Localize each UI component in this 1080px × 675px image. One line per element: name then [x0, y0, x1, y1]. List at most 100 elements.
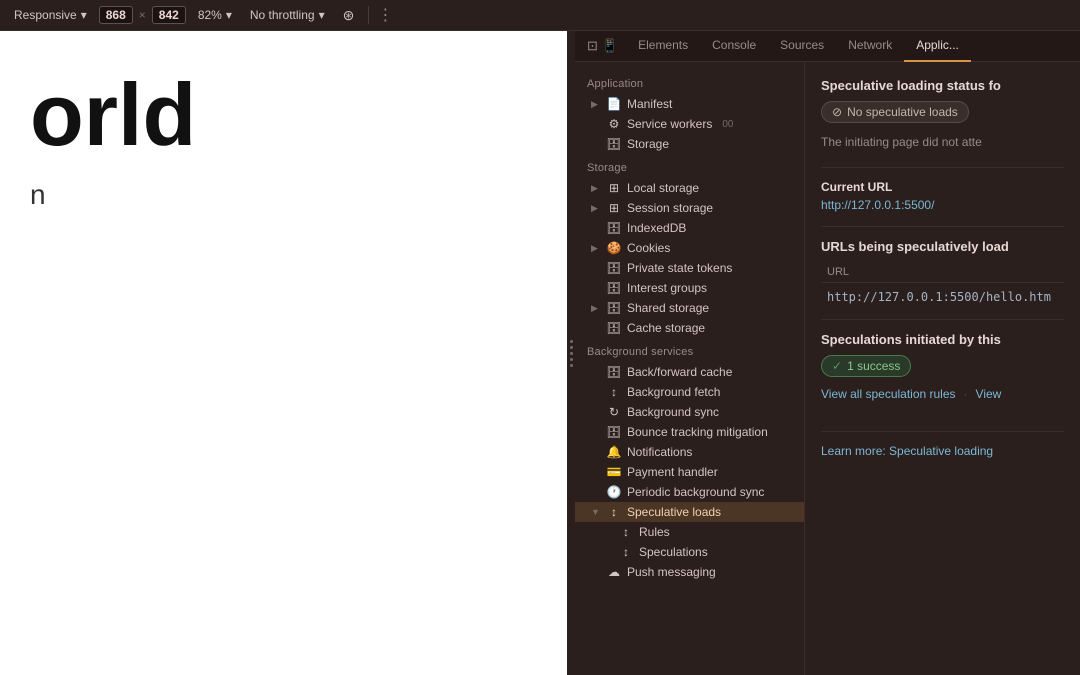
periodic-sync-icon: 🕐: [607, 485, 621, 499]
view-rules-link[interactable]: View all speculation rules: [821, 387, 956, 401]
resizer-dot: [570, 346, 573, 349]
sidebar-item-indexeddb[interactable]: 🗄 IndexedDB: [575, 218, 804, 238]
storage-icon: 🗄: [607, 137, 621, 151]
main-layout: orld n ⊡ 📱 Elements Cons: [0, 31, 1080, 675]
background-fetch-icon: ↕: [607, 385, 621, 399]
expand-arrow-icon: ▶: [591, 183, 601, 194]
preview-content: orld n: [0, 31, 575, 251]
divider: [821, 226, 1064, 227]
sidebar-item-storage-main[interactable]: 🗄 Storage: [575, 134, 804, 154]
sidebar-item-manifest[interactable]: ▶ 📄 Manifest: [575, 94, 804, 114]
url-table-row: http://127.0.0.1:5500/hello.htm: [821, 287, 1064, 307]
zoom-label: 82%: [198, 8, 222, 22]
notifications-icon: 🔔: [607, 445, 621, 459]
divider: [821, 167, 1064, 168]
sidebar-item-background-fetch[interactable]: ↕ Background fetch: [575, 382, 804, 402]
devtools-tabs: ⊡ 📱 Elements Console Sources Network App…: [575, 31, 1080, 62]
tab-application[interactable]: Applic...: [904, 31, 971, 62]
cookies-icon: 🍪: [607, 241, 621, 255]
success-icon: ✓: [832, 359, 842, 373]
sidebar-item-payment-handler[interactable]: 💳 Payment handler: [575, 462, 804, 482]
throttle-label: No throttling: [250, 8, 315, 22]
speculative-status-title: Speculative loading status fo: [821, 78, 1064, 93]
backforward-icon: 🗄: [607, 365, 621, 379]
resizer-dot: [570, 358, 573, 361]
learn-more-link[interactable]: Learn more: Speculative loading: [821, 444, 1064, 458]
links-row: View all speculation rules · View: [821, 387, 1064, 415]
sidebar-item-interest-groups[interactable]: 🗄 Interest groups: [575, 278, 804, 298]
view-link2[interactable]: View: [976, 387, 1002, 401]
resizer-handle: [570, 340, 573, 367]
indexeddb-icon: 🗄: [607, 221, 621, 235]
sidebar-item-rules[interactable]: ↕ Rules: [575, 522, 804, 542]
dimension-separator: ×: [139, 8, 146, 22]
sidebar-item-push-messaging[interactable]: ☁ Push messaging: [575, 562, 804, 582]
interest-groups-icon: 🗄: [607, 281, 621, 295]
expand-arrow-icon: ▶: [591, 243, 601, 254]
tab-elements[interactable]: Elements: [626, 31, 700, 62]
toolbar: Responsive ▾ 868 × 842 82% ▾ No throttli…: [0, 0, 1080, 31]
section-label-background: Background services: [575, 338, 804, 362]
no-loads-badge: ⊘ No speculative loads: [821, 101, 969, 123]
device-icon[interactable]: 📱: [602, 38, 618, 54]
chevron-down-icon: ▾: [81, 8, 87, 22]
bounce-tracking-icon: 🗄: [607, 425, 621, 439]
service-workers-icon: ⚙: [607, 117, 621, 131]
divider: [821, 431, 1064, 432]
speculations-icon: ↕: [619, 545, 633, 559]
sidebar-item-cache-storage[interactable]: 🗄 Cache storage: [575, 318, 804, 338]
shared-storage-icon: 🗄: [607, 301, 621, 315]
local-storage-icon: ⊞: [607, 181, 621, 195]
session-storage-icon: ⊞: [607, 201, 621, 215]
resizer-dot: [570, 352, 573, 355]
throttle-chevron-icon: ▾: [319, 8, 325, 22]
sidebar-item-private-state-tokens[interactable]: 🗄 Private state tokens: [575, 258, 804, 278]
height-value[interactable]: 842: [152, 6, 186, 24]
inspect-icon[interactable]: ⊡: [587, 38, 598, 54]
sidebar-item-session-storage[interactable]: ▶ ⊞ Session storage: [575, 198, 804, 218]
preview-small-text: n: [30, 179, 545, 211]
sidebar-item-background-sync[interactable]: ↻ Background sync: [575, 402, 804, 422]
rules-icon: ↕: [619, 525, 633, 539]
sidebar-item-speculative-loads[interactable]: ▼ ↕ Speculative loads: [575, 502, 804, 522]
responsive-selector[interactable]: Responsive ▾: [8, 6, 93, 24]
sidebar-item-shared-storage[interactable]: ▶ 🗄 Shared storage: [575, 298, 804, 318]
links-separator: ·: [964, 387, 968, 415]
tab-network[interactable]: Network: [836, 31, 904, 62]
devtools-icon-tabs: ⊡ 📱: [579, 38, 626, 54]
speculative-loads-icon: ↕: [607, 505, 621, 519]
current-url-link[interactable]: http://127.0.0.1:5500/: [821, 198, 1064, 212]
collapse-arrow-icon: ▼: [591, 507, 601, 517]
manifest-icon: 📄: [607, 97, 621, 111]
sidebar-item-local-storage[interactable]: ▶ ⊞ Local storage: [575, 178, 804, 198]
section-label-application: Application: [575, 70, 804, 94]
content-pane: Speculative loading status fo ⊘ No specu…: [805, 62, 1080, 675]
sidebar-item-service-workers[interactable]: ⚙ Service workers 00: [575, 114, 804, 134]
preview-pane: orld n: [0, 31, 575, 675]
toolbar-separator: [368, 6, 369, 24]
urls-title: URLs being speculatively load: [821, 239, 1064, 254]
payment-icon: 💳: [607, 465, 621, 479]
tab-sources[interactable]: Sources: [768, 31, 836, 62]
expand-arrow-icon: ▶: [591, 99, 601, 110]
push-messaging-icon: ☁: [607, 565, 621, 579]
expand-arrow-icon: ▶: [591, 303, 601, 314]
width-value[interactable]: 868: [99, 6, 133, 24]
throttle-selector[interactable]: No throttling ▾: [244, 6, 331, 24]
sidebar-item-backforward-cache[interactable]: 🗄 Back/forward cache: [575, 362, 804, 382]
more-options-button[interactable]: ⋮: [377, 5, 393, 25]
resizer-dot: [570, 340, 573, 343]
zoom-selector[interactable]: 82% ▾: [192, 6, 238, 24]
preview-resizer[interactable]: [567, 31, 575, 675]
sidebar-item-notifications[interactable]: 🔔 Notifications: [575, 442, 804, 462]
sidebar-item-speculations[interactable]: ↕ Speculations: [575, 542, 804, 562]
sidebar-item-cookies[interactable]: ▶ 🍪 Cookies: [575, 238, 804, 258]
current-url-label: Current URL: [821, 180, 1064, 194]
sidebar-item-bounce-tracking[interactable]: 🗄 Bounce tracking mitigation: [575, 422, 804, 442]
cache-icon-button[interactable]: ⊛: [337, 5, 361, 26]
section-label-storage: Storage: [575, 154, 804, 178]
url-table-header: URL: [821, 262, 1064, 283]
tab-console[interactable]: Console: [700, 31, 768, 62]
ban-icon: ⊘: [832, 105, 842, 119]
sidebar-item-periodic-bg-sync[interactable]: 🕐 Periodic background sync: [575, 482, 804, 502]
